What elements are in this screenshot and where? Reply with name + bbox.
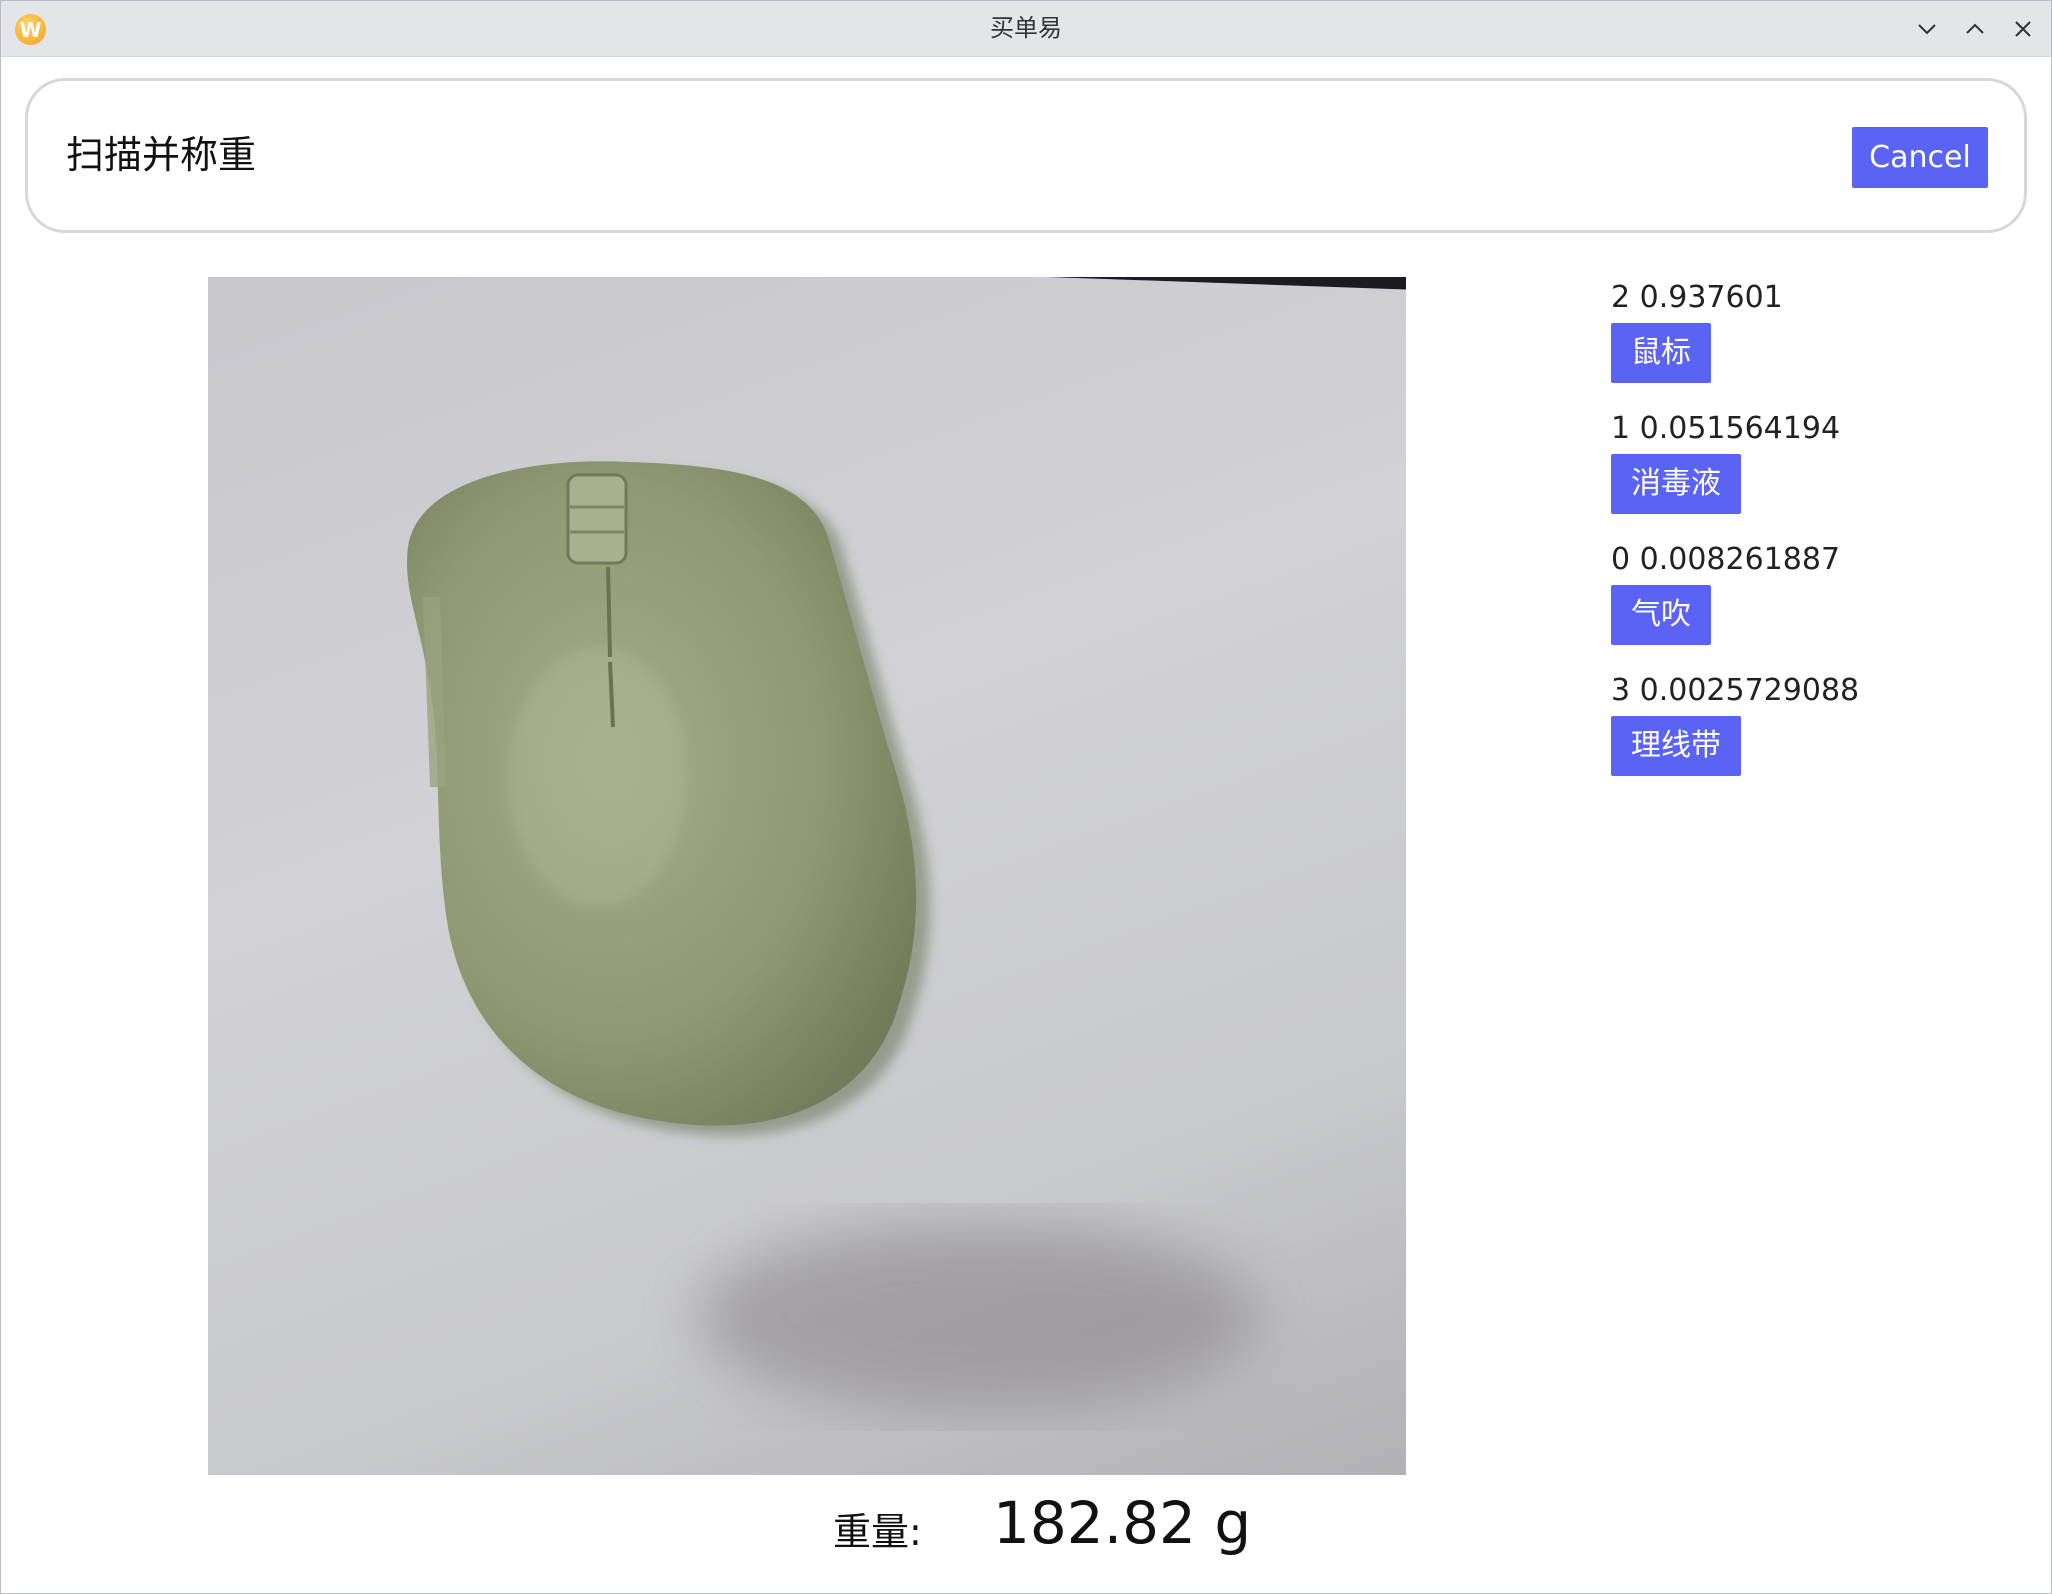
app-window: W 买单易 扫描并称重 Cancel 2 0.937601 鼠标 1 0.051… bbox=[0, 0, 2052, 1594]
list-item: 3 0.0025729088 理线带 bbox=[1611, 672, 2031, 776]
window-title: 买单易 bbox=[990, 14, 1062, 42]
result-score: 3 0.0025729088 bbox=[1611, 673, 1860, 708]
result-score: 0 0.008261887 bbox=[1611, 542, 1841, 577]
result-label-button[interactable]: 气吹 bbox=[1611, 585, 1711, 645]
chevron-down-icon bbox=[1918, 24, 1936, 35]
weight-value: 182.82 g bbox=[993, 1489, 1252, 1557]
cancel-button[interactable]: Cancel bbox=[1852, 127, 1988, 188]
result-label-button[interactable]: 理线带 bbox=[1611, 716, 1741, 776]
result-label-button[interactable]: 鼠标 bbox=[1611, 323, 1711, 383]
close-icon bbox=[2015, 21, 2031, 37]
list-item: 1 0.051564194 消毒液 bbox=[1611, 410, 2031, 514]
list-item: 2 0.937601 鼠标 bbox=[1611, 279, 2031, 383]
camera-preview bbox=[208, 277, 1406, 1475]
mouse-image bbox=[407, 461, 1258, 1412]
header-card: 扫描并称重 Cancel bbox=[25, 78, 2027, 233]
title-bar: W 买单易 bbox=[1, 1, 2051, 57]
result-score: 1 0.051564194 bbox=[1611, 411, 1841, 446]
maximize-button[interactable] bbox=[1959, 13, 1991, 45]
page-title: 扫描并称重 bbox=[66, 133, 257, 177]
recognition-results: 2 0.937601 鼠标 1 0.051564194 消毒液 0 0.0082… bbox=[1611, 279, 2031, 803]
result-score: 2 0.937601 bbox=[1611, 280, 1783, 315]
weight-label: 重量: bbox=[833, 1510, 922, 1554]
chevron-up-icon bbox=[1966, 23, 1984, 34]
result-label-button[interactable]: 消毒液 bbox=[1611, 454, 1741, 514]
list-item: 0 0.008261887 气吹 bbox=[1611, 541, 2031, 645]
close-button[interactable] bbox=[2007, 13, 2039, 45]
minimize-button[interactable] bbox=[1911, 13, 1943, 45]
